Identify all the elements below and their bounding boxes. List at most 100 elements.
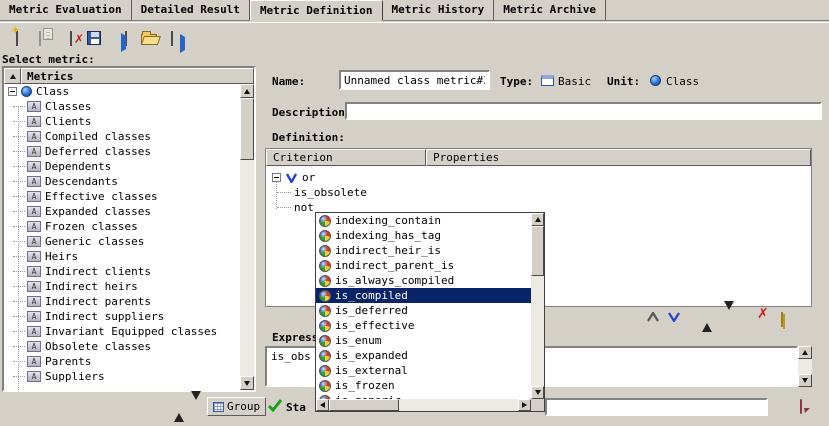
move-criterion-up-button[interactable] [702, 310, 712, 323]
collapse-icon[interactable] [8, 87, 17, 96]
copy-metric-button[interactable] [29, 27, 51, 49]
tree-item-label: Invariant Equipped classes [45, 325, 217, 338]
criterion-option[interactable]: indexing_contain [316, 213, 531, 228]
dropdown-vertical-scrollbar[interactable] [531, 213, 544, 399]
unit-value: Class [666, 75, 699, 88]
metric-icon [27, 251, 41, 262]
tree-item-metric[interactable]: Indirect parents [4, 294, 240, 309]
scrollbar-thumb[interactable] [329, 399, 399, 411]
criterion-option[interactable]: is_expanded [316, 348, 531, 363]
metric-tool-window: Metric EvaluationDetailed ResultMetric D… [0, 0, 829, 426]
tree-item-metric[interactable]: Indirect heirs [4, 279, 240, 294]
delete-criterion-button[interactable]: ✗ [757, 306, 769, 322]
dropdown-horizontal-scrollbar[interactable] [316, 399, 531, 411]
description-field[interactable] [345, 102, 822, 120]
tab[interactable]: Metric Definition [250, 0, 383, 21]
tree-item-metric[interactable]: Parents [4, 354, 240, 369]
import-metrics-button[interactable] [115, 27, 137, 49]
open-metrics-folder-button[interactable] [138, 27, 160, 49]
criterion-option[interactable]: is_effective [316, 318, 531, 333]
save-metric-button[interactable] [83, 27, 105, 49]
comment-button[interactable] [800, 400, 802, 413]
criterion-option[interactable]: indirect_parent_is [316, 258, 531, 273]
criterion-label: not [294, 201, 314, 214]
criterion-option[interactable]: indirect_heir_is [316, 243, 531, 258]
move-criterion-down-button[interactable] [724, 310, 734, 323]
scrollbar-thumb[interactable] [531, 226, 544, 276]
criterion-option[interactable]: is_compiled [316, 288, 531, 303]
tree-item-metric[interactable]: Indirect clients [4, 264, 240, 279]
metric-name-field[interactable] [339, 70, 490, 90]
new-metric-icon: ✦ [16, 32, 18, 45]
tree-item-metric[interactable]: Deferred classes [4, 144, 240, 159]
metric-icon [27, 296, 41, 307]
criterion-option[interactable]: indexing_has_tag [316, 228, 531, 243]
export-metrics-button[interactable] [161, 27, 183, 49]
scrollbar-thumb[interactable] [240, 98, 254, 160]
tree-item-metric[interactable]: Classes [4, 99, 240, 114]
metric-icon [27, 356, 41, 367]
tree-item-metric[interactable]: Clients [4, 114, 240, 129]
tab[interactable]: Metric Evaluation [0, 0, 132, 20]
criterion-ball-icon [319, 320, 331, 332]
criterion-option[interactable]: is_external [316, 363, 531, 378]
expression-scrollbar[interactable] [798, 346, 812, 387]
tree-item-label: Parents [45, 355, 91, 368]
criterion-option[interactable]: is_always_compiled [316, 273, 531, 288]
scroll-down-icon [535, 390, 541, 395]
scroll-left-button[interactable] [316, 399, 329, 411]
scroll-up-button[interactable] [240, 84, 254, 98]
tab[interactable]: Detailed Result [132, 0, 250, 20]
sort-ascending-button[interactable] [4, 68, 21, 84]
tree-item-metric[interactable]: Invariant Equipped classes [4, 324, 240, 339]
tree-item-metric[interactable]: Suppliers [4, 369, 240, 384]
criterion-ball-icon [319, 275, 331, 287]
criterion-option[interactable]: is_deferred [316, 303, 531, 318]
scroll-down-button[interactable] [798, 374, 812, 387]
description-input[interactable] [347, 104, 820, 118]
collapse-icon[interactable] [272, 173, 281, 182]
metric-icon [27, 281, 41, 292]
tree-item-label: Frozen classes [45, 220, 138, 233]
group-button-label: Group [227, 400, 260, 413]
criterion-option[interactable]: is_enum [316, 333, 531, 348]
move-metric-up-button[interactable] [174, 400, 184, 413]
metrics-column-header[interactable]: Metrics [21, 68, 254, 84]
metric-name-input[interactable] [341, 72, 488, 88]
tree-item-metric[interactable]: Frozen classes [4, 219, 240, 234]
scroll-down-button[interactable] [240, 376, 254, 390]
tree-scrollbar[interactable] [240, 84, 254, 390]
status-message-field[interactable] [545, 398, 768, 416]
import-metrics-icon [125, 32, 127, 45]
and-operator-button[interactable] [647, 312, 659, 325]
new-metric-button[interactable]: ✦ [6, 27, 28, 49]
move-metric-down-button[interactable] [191, 400, 201, 413]
tree-item-metric[interactable]: Dependents [4, 159, 240, 174]
tree-item-metric[interactable]: Descendants [4, 174, 240, 189]
or-operator-button[interactable] [668, 312, 680, 325]
criterion-row-not[interactable]: not [277, 200, 314, 215]
tree-item-metric[interactable]: Expanded classes [4, 204, 240, 219]
tree-item-class-unit[interactable]: Class [4, 84, 240, 99]
scroll-up-button[interactable] [531, 213, 544, 226]
tree-item-metric[interactable]: Heirs [4, 249, 240, 264]
tree-item-metric[interactable]: Effective classes [4, 189, 240, 204]
erase-criterion-button[interactable] [781, 313, 783, 326]
scroll-right-button[interactable] [518, 399, 531, 411]
tree-item-metric[interactable]: Generic classes [4, 234, 240, 249]
tree-item-metric[interactable]: Compiled classes [4, 129, 240, 144]
scroll-down-button[interactable] [531, 386, 544, 399]
tab[interactable]: Metric History [383, 0, 495, 20]
properties-column-header[interactable]: Properties [426, 149, 811, 166]
status-message-input[interactable] [547, 400, 766, 414]
criterion-column-header[interactable]: Criterion [266, 149, 426, 166]
tab[interactable]: Metric Archive [494, 0, 606, 20]
tree-item-metric[interactable]: Obsolete classes [4, 339, 240, 354]
criterion-row-is-obsolete[interactable]: is_obsolete [277, 185, 367, 200]
tree-item-metric[interactable]: Indirect suppliers [4, 309, 240, 324]
group-button[interactable]: Group [207, 397, 266, 416]
delete-metric-button[interactable]: ✗ [60, 27, 82, 49]
criterion-row-or[interactable]: or [272, 170, 315, 185]
scroll-up-button[interactable] [798, 346, 812, 359]
criterion-option[interactable]: is_frozen [316, 378, 531, 393]
